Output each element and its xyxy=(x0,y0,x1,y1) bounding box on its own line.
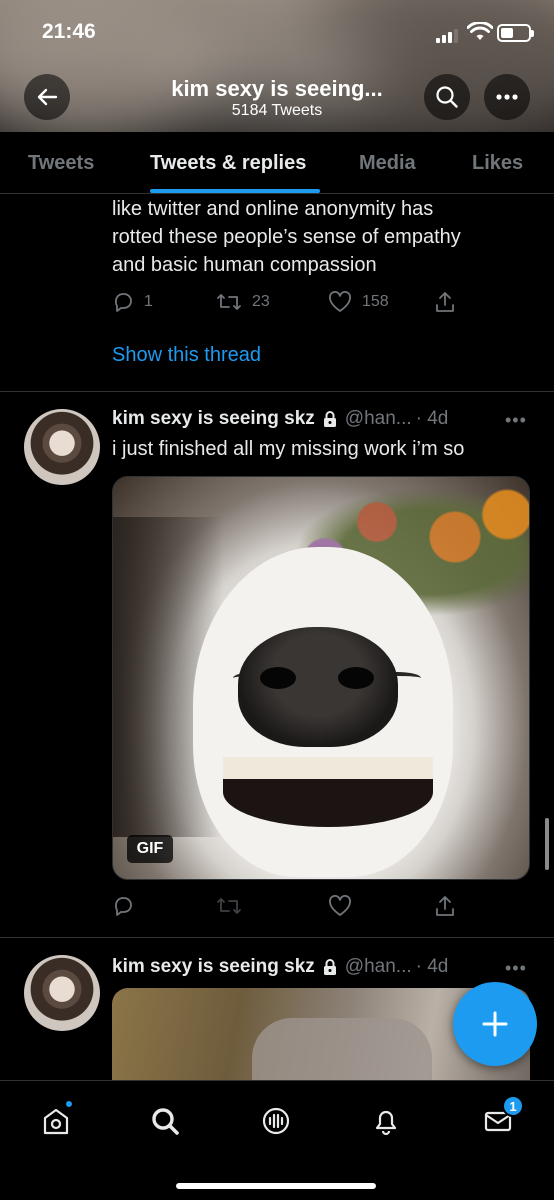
reply-icon xyxy=(114,897,132,916)
retweet-button[interactable]: 23 xyxy=(216,291,270,313)
tab-media[interactable]: Media xyxy=(359,152,416,175)
home-indicator[interactable] xyxy=(176,1183,376,1189)
nav-messages[interactable]: 1 xyxy=(478,1095,524,1141)
nav-search[interactable] xyxy=(145,1101,185,1141)
compose-plus-icon xyxy=(482,1011,508,1037)
profile-header: 21:46 kim sexy is seeing... 5184 Tweets xyxy=(0,0,554,132)
tweet-text-line: like twitter and online anonymity has xyxy=(112,198,434,220)
tab-likes[interactable]: Likes xyxy=(472,152,523,175)
tweet-text: i just finished all my missing work i’m … xyxy=(112,438,465,460)
author-handle: @han... xyxy=(344,408,412,429)
share-button[interactable] xyxy=(434,291,456,313)
gif-badge: GIF xyxy=(127,835,173,863)
like-count: 158 xyxy=(362,293,389,310)
notifications-bell-icon xyxy=(375,1110,397,1136)
like-button[interactable] xyxy=(328,895,352,917)
wifi-icon xyxy=(467,22,493,40)
share-icon xyxy=(436,896,454,916)
lock-icon xyxy=(323,959,336,975)
tweet-more-icon[interactable]: ••• xyxy=(505,410,527,431)
tweet-text-line: rotted these people’s sense of empathy xyxy=(112,226,461,248)
retweet-icon xyxy=(217,898,241,914)
like-button[interactable]: 158 xyxy=(328,291,389,313)
tweet-gif-media[interactable]: GIF xyxy=(112,476,530,880)
nav-spaces[interactable] xyxy=(256,1101,296,1141)
tweet-time: · 4d xyxy=(415,408,449,429)
messages-badge: 1 xyxy=(502,1095,524,1117)
search-icon xyxy=(436,86,458,108)
retweet-icon xyxy=(217,294,241,310)
reply-count: 1 xyxy=(144,293,153,310)
share-icon xyxy=(436,292,454,312)
tweet-actions xyxy=(112,895,532,919)
author-name[interactable]: kim sexy is seeing skz xyxy=(112,408,315,430)
scroll-indicator[interactable] xyxy=(545,818,549,870)
nav-notifications[interactable] xyxy=(366,1101,406,1141)
author-name[interactable]: kim sexy is seeing skz xyxy=(112,956,315,978)
divider xyxy=(0,937,554,938)
home-notification-dot xyxy=(64,1099,74,1109)
reply-button[interactable]: 1 xyxy=(112,291,153,313)
tweet-time: · 4d xyxy=(415,956,449,977)
nav-home[interactable] xyxy=(36,1099,76,1141)
status-bar: 21:46 xyxy=(0,0,554,64)
tweet-text-line: and basic human compassion xyxy=(112,254,377,276)
more-options-button[interactable] xyxy=(484,74,530,120)
tab-tweets[interactable]: Tweets xyxy=(28,152,94,175)
bottom-navigation: 1 xyxy=(0,1080,554,1200)
profile-tabs: Tweets Tweets & replies Media Likes xyxy=(0,132,554,194)
tweet-more-icon[interactable]: ••• xyxy=(505,958,527,979)
retweet-count: 23 xyxy=(252,293,270,310)
heart-icon xyxy=(329,895,351,916)
active-tab-indicator xyxy=(150,189,320,193)
lock-icon xyxy=(323,411,336,427)
battery-level xyxy=(501,28,513,38)
profile-name-title: kim sexy is seeing... xyxy=(171,76,383,101)
tweet-actions: 1 23 158 xyxy=(112,291,532,315)
tweet-author-line: kim sexy is seeing skz @han... · 4d xyxy=(112,408,448,430)
heart-icon xyxy=(329,291,351,312)
home-icon xyxy=(43,1108,69,1135)
more-horizontal-icon xyxy=(496,94,518,100)
search-icon xyxy=(152,1108,179,1135)
search-button[interactable] xyxy=(424,74,470,120)
avatar[interactable] xyxy=(24,955,100,1031)
reply-button[interactable] xyxy=(112,895,134,917)
author-handle: @han... xyxy=(344,956,412,977)
reply-icon xyxy=(114,293,132,312)
tweet-count: 5184 Tweets xyxy=(231,102,323,119)
avatar[interactable] xyxy=(24,409,100,485)
spaces-icon xyxy=(262,1107,290,1135)
cellular-signal-icon xyxy=(436,27,462,43)
show-thread-link[interactable]: Show this thread xyxy=(112,344,261,367)
status-time: 21:46 xyxy=(42,20,96,43)
tweet-author-line: kim sexy is seeing skz @han... · 4d xyxy=(112,956,448,978)
compose-tweet-button[interactable] xyxy=(453,982,537,1066)
divider xyxy=(0,391,554,392)
battery-icon xyxy=(497,24,534,42)
tab-tweets-and-replies[interactable]: Tweets & replies xyxy=(150,152,306,175)
retweet-button[interactable] xyxy=(216,895,242,917)
share-button[interactable] xyxy=(434,895,456,917)
